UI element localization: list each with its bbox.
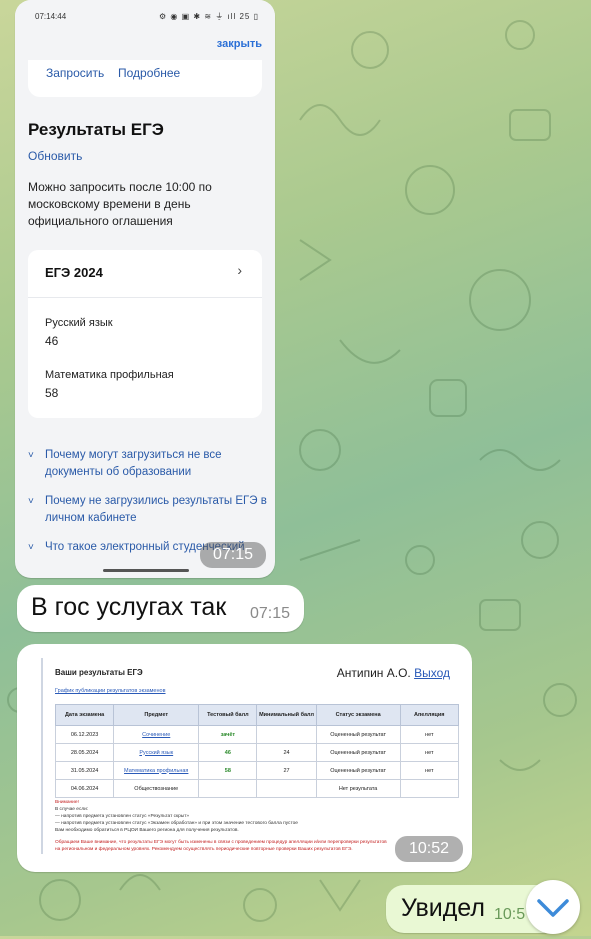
cell-subject-link[interactable]: Русский язык	[113, 743, 200, 762]
cell-date: 31.05.2024	[54, 761, 115, 780]
message-text: Увидел	[401, 894, 485, 922]
column-header: Дата экзамена	[54, 704, 115, 726]
cell-subject-link[interactable]: Сочинение	[113, 725, 200, 744]
column-header: Статус экзамена	[315, 704, 401, 726]
note-line: В случае если:	[55, 807, 89, 812]
cell-subject: Обществознание	[113, 779, 200, 798]
scroll-down-button[interactable]	[526, 880, 580, 934]
request-link[interactable]: Запросить	[46, 66, 104, 80]
exam-results-card[interactable]: ЕГЭ 2024 › Русский язык 46 Математика пр…	[28, 250, 262, 418]
cell-score: зачёт	[198, 725, 258, 744]
table-row: 31.05.2024 Математика профильная 58 27 О…	[54, 761, 459, 780]
results-page: Ваши результаты ЕГЭ Антипин А.О. Выход Г…	[41, 658, 460, 854]
cell-score	[198, 779, 258, 798]
schedule-link[interactable]: График публикации результатов экзаменов	[55, 688, 166, 694]
details-link[interactable]: Подробнее	[118, 66, 180, 80]
cell-min-score: 24	[256, 743, 317, 762]
refresh-link[interactable]: Обновить	[28, 149, 82, 163]
status-icons: ⚙ ◉ ▣ ✱ ≋ ⏚ ıll 25 ▯	[159, 12, 259, 21]
cell-score: 58	[198, 761, 258, 780]
cell-appeal: нет	[399, 743, 459, 762]
chevron-right-icon: ›	[237, 262, 242, 278]
cell-score: 46	[198, 743, 258, 762]
faq-item[interactable]: ˅ Почему не загрузились результаты ЕГЭ в…	[28, 493, 268, 527]
cell-appeal: нет	[399, 761, 459, 780]
chevron-down-icon: ˅	[28, 496, 34, 507]
result-subject: Русский язык	[45, 317, 113, 329]
message-text: В гос услугах так	[31, 593, 227, 621]
table-row: 28.05.2024 Русский язык 46 24 Оцененный …	[54, 743, 459, 762]
cell-min-score	[256, 779, 317, 798]
faq-item-label: Почему могут загрузиться не все документ…	[45, 449, 222, 478]
table-header-row: Дата экзамена Предмет Тестовый балл Мини…	[54, 704, 459, 726]
top-actions-card: Запросить Подробнее	[28, 60, 262, 97]
cell-min-score	[256, 725, 317, 744]
faq-item[interactable]: ˅ Почему могут загрузиться не все докуме…	[28, 447, 268, 481]
cell-date: 04.06.2024	[54, 779, 115, 798]
message-time: 07:15	[249, 605, 290, 622]
warning-line: Обращаем Ваше внимание, что результаты Е…	[55, 840, 387, 845]
note-title: Внимание!	[55, 800, 79, 805]
exam-card-title: ЕГЭ 2024	[45, 265, 103, 280]
message-time: 07:15	[200, 542, 266, 568]
user-name: Антипин А.О.	[336, 666, 411, 680]
table-row: 06.12.2023 Сочинение зачёт Оцененный рез…	[54, 725, 459, 744]
close-link[interactable]: закрыть	[217, 38, 262, 50]
results-title: Ваши результаты ЕГЭ	[55, 668, 143, 677]
note-line: — напротив предмета установлен статус «Э…	[55, 821, 298, 826]
section-title: Результаты ЕГЭ	[28, 120, 164, 139]
text-message[interactable]: В гос услугах так 07:15	[17, 585, 304, 632]
status-time: 07:14:44	[35, 12, 67, 21]
cell-status: Нет результата	[315, 779, 401, 798]
user-info: Антипин А.О. Выход	[337, 666, 450, 680]
image-message-gosuslugi[interactable]: 07:14:44 ⚙ ◉ ▣ ✱ ≋ ⏚ ıll 25 ▯ закрыть За…	[15, 0, 275, 578]
note-line: — напротив предмета установлен статус «Р…	[55, 814, 190, 819]
image-message-ege-results[interactable]: Ваши результаты ЕГЭ Антипин А.О. Выход Г…	[17, 644, 472, 872]
table-row: 04.06.2024 Обществознание Нет результата	[54, 779, 459, 798]
chevron-down-icon: ˅	[28, 542, 34, 553]
note-line: Вам необходимо обратиться в РЦОИ Вашего …	[55, 828, 239, 833]
column-header: Минимальный балл	[256, 704, 317, 726]
column-header: Предмет	[113, 704, 200, 726]
home-indicator	[103, 569, 189, 572]
results-table: Дата экзамена Предмет Тестовый балл Мини…	[54, 704, 459, 798]
message-time: 10:5	[494, 906, 526, 923]
status-bar: 07:14:44 ⚙ ◉ ▣ ✱ ≋ ⏚ ıll 25 ▯	[15, 0, 275, 32]
cell-appeal: нет	[399, 725, 459, 744]
chevron-down-icon	[537, 899, 569, 917]
faq-item-label: Почему не загрузились результаты ЕГЭ в л…	[45, 495, 267, 524]
cell-appeal	[399, 779, 459, 798]
cell-status: Оцененный результат	[315, 743, 401, 762]
result-subject: Математика профильная	[45, 369, 174, 381]
cell-date: 06.12.2023	[54, 725, 115, 744]
column-header: Апелляция	[399, 704, 459, 726]
result-score: 46	[45, 334, 59, 348]
cell-status: Оцененный результат	[315, 725, 401, 744]
cell-subject-link[interactable]: Математика профильная	[113, 761, 200, 780]
cell-status: Оцененный результат	[315, 761, 401, 780]
warning-line: на региональном и федеральном уровнях. Р…	[55, 847, 353, 852]
cell-date: 28.05.2024	[54, 743, 115, 762]
result-score: 58	[45, 386, 59, 400]
message-time: 10:52	[395, 836, 463, 862]
logout-link[interactable]: Выход	[414, 666, 450, 680]
chevron-down-icon: ˅	[28, 450, 34, 461]
exam-card-header[interactable]: ЕГЭ 2024 ›	[28, 250, 262, 298]
column-header: Тестовый балл	[198, 704, 258, 726]
cell-min-score: 27	[256, 761, 317, 780]
request-description: Можно запросить после 10:00 по московско…	[28, 180, 212, 228]
